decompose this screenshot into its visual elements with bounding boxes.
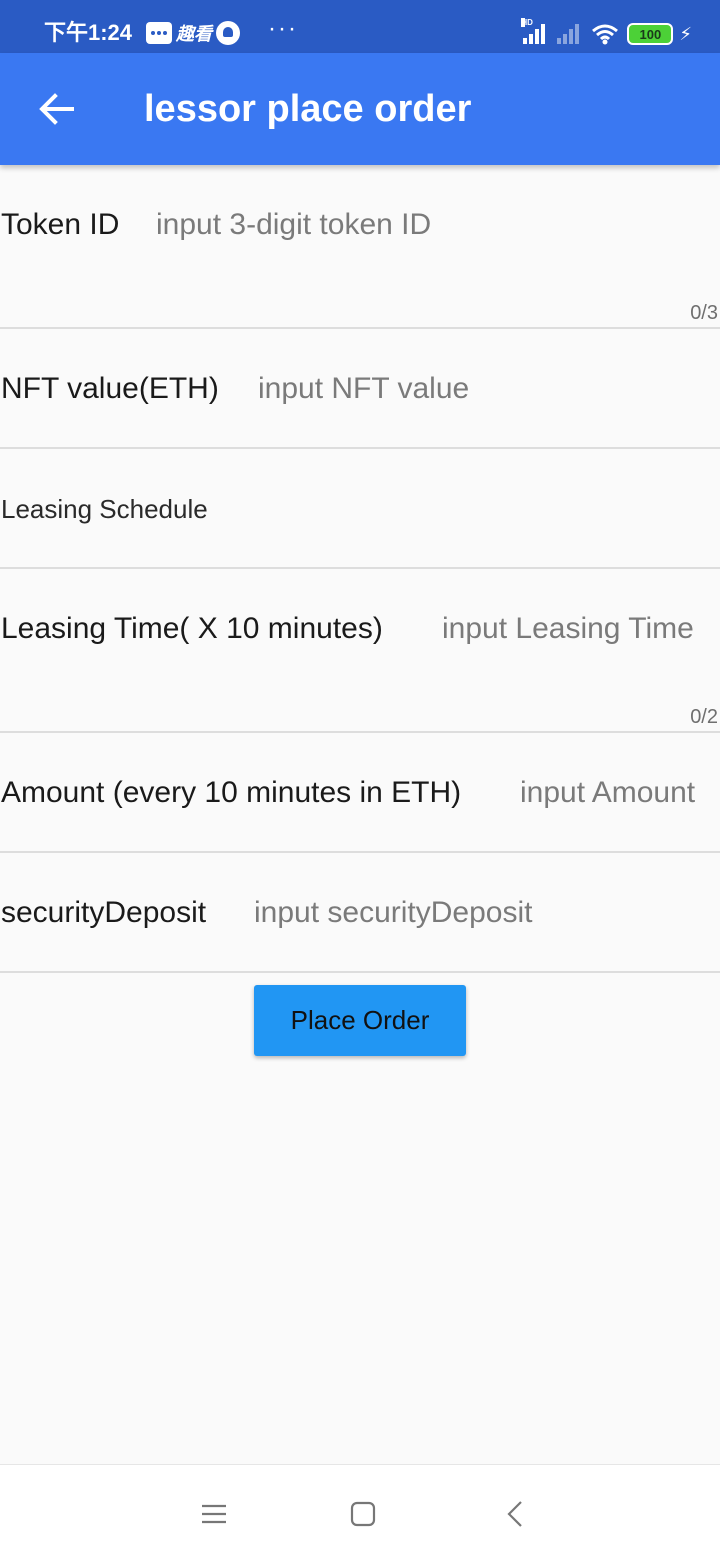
recent-apps-button[interactable] xyxy=(189,1489,239,1539)
home-square-icon xyxy=(350,1501,376,1527)
system-nav-bar xyxy=(0,1464,720,1560)
amount-row: Amount (every 10 minutes in ETH) xyxy=(0,733,720,853)
app-bar: lessor place order xyxy=(0,53,720,165)
chat-icon xyxy=(146,22,172,44)
token-id-counter: 0/3 xyxy=(690,302,718,324)
place-order-button[interactable]: Place Order xyxy=(254,985,466,1056)
security-deposit-label: securityDeposit xyxy=(1,896,207,929)
leasing-schedule-row: Leasing Schedule xyxy=(0,449,720,569)
amount-label: Amount (every 10 minutes in ETH) xyxy=(1,776,462,809)
status-notification-icons: 趣看 xyxy=(146,19,240,47)
hd-label: HD xyxy=(521,18,533,27)
charging-icon: ⚡ xyxy=(679,23,692,44)
token-id-row: Token ID 0/3 xyxy=(0,165,720,329)
token-id-label: Token ID xyxy=(1,208,120,241)
back-chevron-icon xyxy=(507,1501,522,1527)
screen: 下午1:24 趣看 ··· HD 100 ⚡ lessor place orde… xyxy=(0,0,720,1560)
security-deposit-row: securityDeposit xyxy=(0,853,720,973)
amount-input[interactable] xyxy=(520,773,718,813)
nft-value-label: NFT value(ETH) xyxy=(1,372,219,405)
nft-value-input[interactable] xyxy=(258,369,716,409)
home-button[interactable] xyxy=(338,1489,388,1539)
arrow-back-icon xyxy=(39,93,74,125)
signal-hd-icon: HD xyxy=(521,18,547,44)
leasing-schedule-label: Leasing Schedule xyxy=(1,494,208,524)
qukan-app-label: 趣看 xyxy=(176,24,212,44)
leasing-time-label: Leasing Time( X 10 minutes) xyxy=(1,612,383,645)
status-time: 下午1:24 xyxy=(44,20,133,45)
nft-value-row: NFT value(ETH) xyxy=(0,329,720,449)
back-button[interactable] xyxy=(24,77,88,141)
token-id-input[interactable] xyxy=(156,205,716,245)
status-bar: 下午1:24 趣看 ··· HD 100 ⚡ xyxy=(0,0,720,53)
leasing-time-input[interactable] xyxy=(442,609,718,649)
battery-icon: 100 xyxy=(627,23,674,45)
signal-no-service-icon xyxy=(557,24,581,44)
more-notifications-icon: ··· xyxy=(268,15,298,42)
menu-icon xyxy=(202,1504,226,1524)
system-back-button[interactable] xyxy=(490,1489,540,1539)
leasing-time-row: Leasing Time( X 10 minutes) 0/2 xyxy=(0,569,720,733)
battery-level: 100 xyxy=(639,26,662,42)
wifi-icon xyxy=(592,24,619,45)
leasing-time-counter: 0/2 xyxy=(690,706,718,728)
security-deposit-input[interactable] xyxy=(254,893,716,933)
page-title: lessor place order xyxy=(144,88,472,130)
bell-icon xyxy=(216,21,240,45)
status-system-icons: HD 100 ⚡ xyxy=(521,18,692,46)
